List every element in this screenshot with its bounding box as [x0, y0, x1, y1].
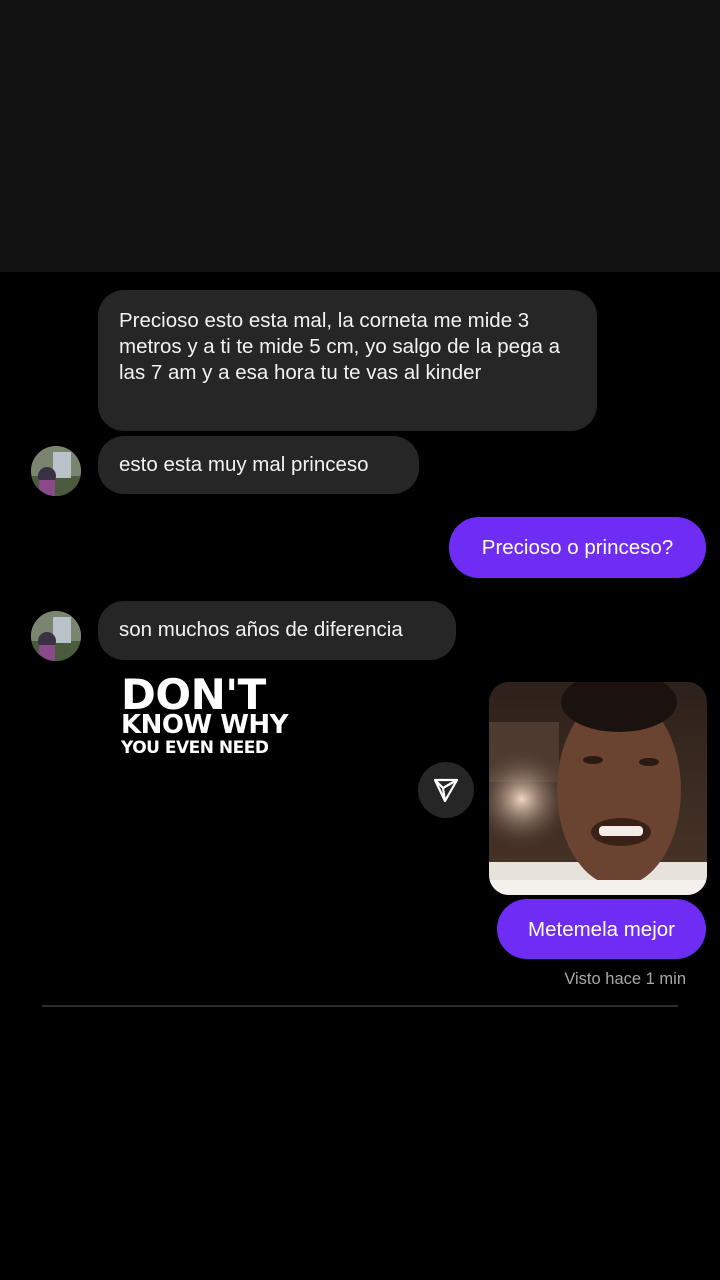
share-button[interactable] [418, 762, 474, 818]
contact-avatar[interactable] [31, 611, 81, 661]
avatar-image [31, 611, 81, 661]
message-text: Metemela mejor [528, 918, 675, 941]
overlay-caption-line-3: YOU EVEN NEED [121, 738, 269, 758]
overlay-caption-line-2: KNOW WHY [121, 710, 289, 740]
message-bubble-outgoing[interactable]: Precioso o princeso? [449, 517, 706, 578]
divider [42, 1005, 678, 1007]
message-text: Precioso o princeso? [481, 536, 674, 559]
seen-status: Visto hace 1 min [564, 970, 686, 988]
message-bubble-incoming[interactable]: Precioso esto esta mal, la corneta me mi… [98, 290, 597, 431]
photo-image [489, 682, 707, 895]
shared-photo[interactable] [489, 682, 707, 895]
message-bubble-incoming[interactable]: esto esta muy mal princeso [98, 436, 419, 494]
message-bubble-outgoing[interactable]: Metemela mejor [497, 899, 706, 959]
message-text: esto esta muy mal princeso [119, 453, 369, 476]
send-triangle-icon [433, 778, 459, 803]
message-bubble-incoming[interactable]: son muchos años de diferencia [98, 601, 456, 660]
contact-avatar[interactable] [31, 446, 81, 496]
message-text: Precioso esto esta mal, la corneta me mi… [119, 309, 560, 384]
message-text: son muchos años de diferencia [119, 618, 403, 641]
avatar-image [31, 446, 81, 496]
top-blank-area [0, 0, 720, 272]
